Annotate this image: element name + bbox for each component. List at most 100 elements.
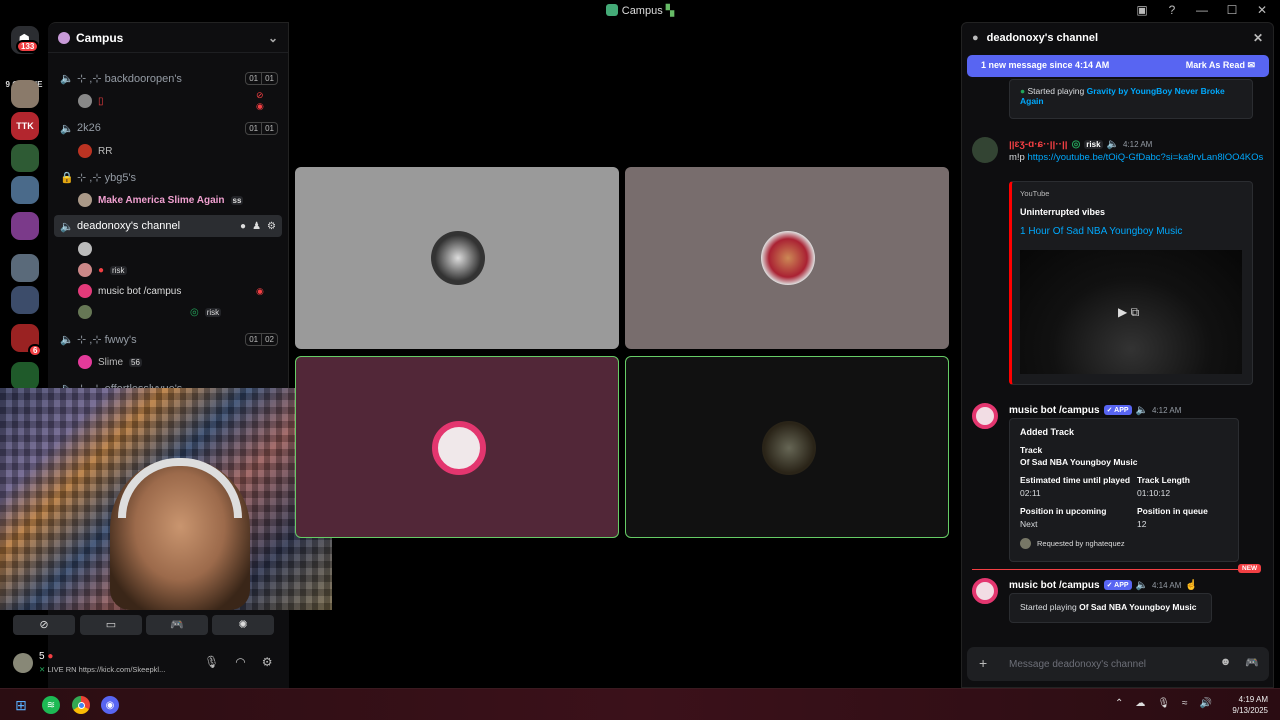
voice-user[interactable]: Make America Slime Again ss — [78, 191, 244, 209]
speaker-icon: 🔈 — [1106, 138, 1119, 150]
voice-channel[interactable]: 🔈 2k26 01 01 — [54, 117, 282, 139]
voice-tile-speaking[interactable] — [295, 356, 619, 538]
username: 5 ● — [39, 651, 54, 662]
voice-channel[interactable]: 🔈 ⊹ ,⊹ backdooropen's 01 01 — [54, 67, 282, 89]
gear-icon[interactable]: ⚙ — [262, 655, 273, 669]
voice-user[interactable]: ◎ risk — [78, 303, 222, 321]
server-folder-icon[interactable] — [11, 212, 39, 240]
voice-user[interactable]: RR — [78, 142, 112, 160]
status-icon: ◎ — [1071, 138, 1081, 150]
voice-channel-locked[interactable]: 🔒 ⊹ ,⊹ ybg5's — [54, 166, 282, 188]
volume-icon[interactable]: 🔊 — [1200, 698, 1212, 709]
invite-icon[interactable]: ♟ — [252, 221, 261, 232]
voice-tile[interactable] — [625, 167, 949, 349]
server-icon-ttk[interactable]: TTK — [11, 112, 39, 140]
wifi-icon[interactable]: ≈ — [1182, 698, 1188, 709]
help-icon[interactable]: ? — [1164, 3, 1180, 17]
camera-off-button[interactable]: ⊘ — [13, 615, 75, 635]
windows-start-icon[interactable]: ⊞ — [12, 696, 30, 714]
plus-icon[interactable]: + — [979, 655, 987, 671]
avatar — [78, 242, 92, 256]
minimize-button[interactable]: — — [1194, 3, 1210, 17]
timestamp: 4:12 AM — [1122, 139, 1153, 149]
headphones-icon[interactable]: ◠ — [235, 655, 245, 669]
gamepad-icon[interactable]: 🎮 — [1245, 656, 1259, 669]
reply-icon[interactable]: ☝ — [1185, 580, 1197, 591]
voice-tile[interactable] — [295, 167, 619, 349]
avatar — [78, 355, 92, 369]
cloud-icon[interactable]: ☁ — [1135, 698, 1145, 709]
notification-badge: 133 — [16, 40, 40, 53]
youtube-embed: YouTube Uninterrupted vibes 1 Hour Of Sa… — [1009, 181, 1253, 385]
avatar — [431, 231, 485, 285]
now-playing-embed: Started playing Of Sad NBA Youngboy Musi… — [1009, 593, 1212, 623]
voice-user[interactable]: ▯ ⊘ ◉ — [78, 90, 264, 111]
author-name[interactable]: ꞁꞁɛʒ-ɑ·ɕ··ꞁꞁ··ꞁꞁ — [1009, 139, 1068, 150]
avatar — [78, 144, 92, 158]
chrome-icon[interactable] — [72, 696, 90, 714]
mic-icon[interactable]: 🎙 — [1157, 698, 1170, 709]
voice-user[interactable] — [78, 240, 98, 258]
blood-drop-icon: ● — [47, 651, 54, 662]
play-icon[interactable]: ▶ ⧉ — [1118, 305, 1139, 320]
voice-channel-active[interactable]: 🔈 deadonoxy's channel ● ♟ ⚙ — [54, 215, 282, 237]
voice-user[interactable]: ● risk — [78, 261, 127, 279]
close-icon[interactable]: ✕ — [1253, 31, 1263, 45]
voice-user[interactable]: Slime 56 — [78, 353, 142, 371]
speaker-icon: 🔈 — [60, 72, 74, 85]
server-icon[interactable] — [11, 80, 39, 108]
user-panel: ⊘ ▭ 🎮 ✺ 5 ● ✕ LIVE RN https://kick.com/S… — [13, 609, 289, 688]
avatar — [761, 231, 815, 285]
server-folder-icon[interactable] — [11, 286, 39, 314]
embed-title[interactable]: 1 Hour Of Sad NBA Youngboy Music — [1020, 226, 1182, 237]
spotify-icon[interactable]: ≋ — [42, 696, 60, 714]
soundboard-button[interactable]: ✺ — [212, 615, 274, 635]
avatar[interactable] — [972, 137, 998, 163]
chat-icon[interactable]: ● — [240, 221, 246, 232]
server-header[interactable]: Campus ⌄ — [48, 23, 288, 53]
author-name[interactable]: music bot /campus — [1009, 580, 1100, 591]
close-button[interactable]: ✕ — [1254, 3, 1270, 17]
speaker-icon: 🔈 — [1135, 404, 1148, 416]
webcam-overlay — [0, 388, 332, 610]
server-icon[interactable] — [11, 144, 39, 172]
embed-provider: YouTube — [1020, 189, 1050, 198]
video-thumbnail[interactable]: ▶ ⧉ — [1020, 250, 1242, 374]
speaker-icon: 🔈 — [60, 333, 74, 346]
discord-icon[interactable]: ◉ — [101, 696, 119, 714]
chevron-down-icon[interactable]: ⌄ — [268, 31, 278, 45]
speaker-icon: 🔈 — [60, 220, 74, 233]
server-folder-icon[interactable] — [11, 362, 39, 390]
bot-avatar[interactable] — [972, 403, 998, 429]
server-folder-icon[interactable] — [11, 176, 39, 204]
clock[interactable]: 4:19 AM 9/13/2025 — [1232, 694, 1268, 716]
gear-icon[interactable]: ⚙ — [267, 221, 276, 232]
new-divider — [972, 569, 1260, 570]
avatar[interactable] — [13, 653, 33, 673]
music-icon: ● — [1020, 86, 1026, 96]
new-messages-bar[interactable]: 1 new message since 4:14 AM Mark As Read … — [967, 55, 1269, 77]
chevron-up-icon[interactable]: ⌃ — [1115, 698, 1123, 709]
maximize-button[interactable]: ☐ — [1224, 3, 1240, 17]
mark-as-read-button[interactable]: Mark As Read ✉ — [1186, 60, 1255, 72]
server-icon — [605, 4, 618, 16]
server-folder-icon[interactable] — [11, 254, 39, 282]
message-text: m!p https://youtube.be/tOiQ-GfDabc?si=ka… — [1009, 152, 1264, 163]
voice-tile-speaking[interactable] — [625, 356, 949, 538]
avatar — [78, 305, 92, 319]
message-link[interactable]: https://youtube.be/tOiQ-GfDabc?si=ka9rvL… — [1027, 152, 1263, 163]
bot-avatar[interactable] — [972, 578, 998, 604]
voice-user[interactable]: music bot /campus ◉ — [78, 282, 264, 300]
blood-drop-icon: ● — [98, 264, 105, 276]
avatar — [1020, 538, 1031, 549]
inbox-icon[interactable]: ▣ — [1134, 3, 1150, 17]
author-name[interactable]: music bot /campus — [1009, 405, 1100, 416]
emoji-icon[interactable]: ☻ — [1220, 656, 1232, 669]
timestamp: 4:12 AM — [1152, 405, 1182, 415]
mic-icon[interactable]: 🎙 — [204, 655, 219, 669]
message-input[interactable]: + Message deadonoxy's channel ☻ 🎮 — [967, 647, 1269, 681]
window-title: Campus ▚ — [0, 4, 1280, 17]
voice-channel[interactable]: 🔈 ⊹ ,⊹ fwwy's 01 02 — [54, 328, 282, 350]
screen-share-button[interactable]: ▭ — [80, 615, 142, 635]
activity-button[interactable]: 🎮 — [146, 615, 208, 635]
